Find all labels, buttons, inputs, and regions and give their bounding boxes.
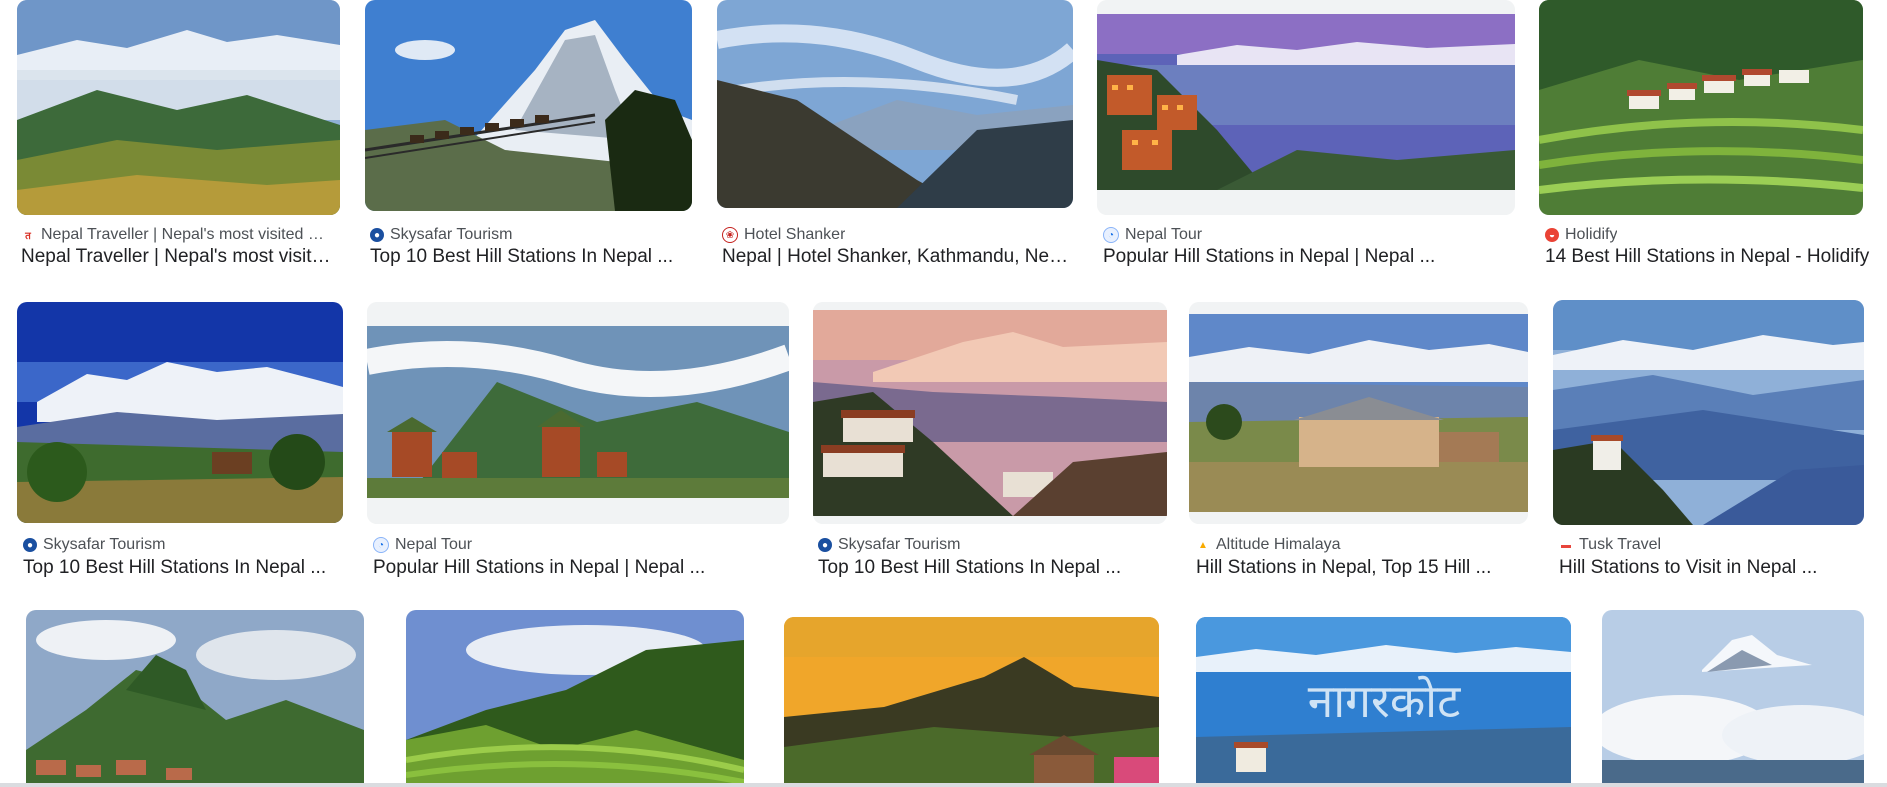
nepal-tour-icon: ◔ (1103, 227, 1119, 243)
result-image[interactable] (365, 0, 692, 211)
landscape-image (1539, 0, 1863, 215)
result-source[interactable]: ● Skysafar Tourism (818, 536, 1138, 554)
result-title[interactable]: Top 10 Best Hill Stations In Nepal ... (818, 557, 1163, 581)
holidify-icon: ◒ (1545, 228, 1559, 242)
result-image[interactable] (717, 0, 1073, 208)
result-image[interactable] (406, 610, 744, 787)
result-image[interactable] (1539, 0, 1863, 215)
result-image[interactable] (17, 302, 343, 523)
result-title[interactable]: Hill Stations to Visit in Nepal ... (1559, 557, 1869, 581)
landscape-image (1097, 0, 1515, 215)
landscape-image (17, 302, 343, 523)
landscape-image (717, 0, 1073, 208)
landscape-image (406, 610, 744, 787)
result-title[interactable]: 14 Best Hill Stations in Nepal - Holidif… (1545, 246, 1885, 270)
result-title[interactable]: Nepal Traveller | Nepal's most visite... (21, 246, 331, 270)
result-source[interactable]: ▲ Altitude Himalaya (1196, 536, 1516, 554)
globe-icon: ● (370, 228, 384, 242)
result-image[interactable] (813, 302, 1167, 524)
landscape-image (813, 302, 1167, 524)
landscape-image: नागरकोट (1196, 617, 1571, 787)
nagarkot-overlay-text: नागरकोट (1308, 674, 1461, 728)
result-image[interactable] (367, 302, 789, 524)
result-title[interactable]: Top 10 Best Hill Stations In Nepal ... (370, 246, 690, 270)
result-title[interactable]: Top 10 Best Hill Stations In Nepal ... (23, 557, 333, 581)
landscape-image (784, 617, 1159, 787)
result-source[interactable]: ◒ Holidify (1545, 226, 1855, 244)
landscape-image (1602, 610, 1864, 787)
tusk-travel-icon: ▬ (1559, 538, 1573, 552)
landscape-image (1189, 302, 1528, 524)
globe-icon: ● (23, 538, 37, 552)
bottom-divider (0, 783, 1887, 787)
result-image[interactable] (17, 0, 340, 215)
result-source[interactable]: ● Skysafar Tourism (370, 226, 690, 244)
result-title[interactable]: Popular Hill Stations in Nepal | Nepal .… (373, 557, 783, 581)
nepal-tour-icon: ◔ (373, 537, 389, 553)
result-title[interactable]: Hill Stations in Nepal, Top 15 Hill ... (1196, 557, 1526, 581)
nepal-traveller-icon: त (21, 228, 35, 242)
result-source[interactable]: ▬ Tusk Travel (1559, 536, 1859, 554)
landscape-image (17, 0, 340, 215)
result-source[interactable]: त Nepal Traveller | Nepal's most visited… (21, 226, 331, 244)
result-source[interactable]: ❀ Hotel Shanker (722, 226, 1062, 244)
result-source[interactable]: ◔ Nepal Tour (1103, 226, 1443, 244)
landscape-image (365, 0, 692, 211)
result-image[interactable] (1602, 610, 1864, 787)
result-image[interactable] (1097, 0, 1515, 215)
landscape-image (26, 610, 364, 787)
result-image[interactable] (1553, 300, 1864, 525)
globe-icon: ● (818, 538, 832, 552)
result-image[interactable] (784, 617, 1159, 787)
result-source[interactable]: ● Skysafar Tourism (23, 536, 323, 554)
result-source[interactable]: ◔ Nepal Tour (373, 536, 693, 554)
landscape-image (367, 302, 789, 524)
result-title[interactable]: Nepal | Hotel Shanker, Kathmandu, Nepal (722, 246, 1072, 270)
result-image[interactable]: नागरकोट (1196, 617, 1571, 787)
result-title[interactable]: Popular Hill Stations in Nepal | Nepal .… (1103, 246, 1503, 270)
hotel-shanker-icon: ❀ (722, 227, 738, 243)
landscape-image (1553, 300, 1864, 525)
altitude-himalaya-icon: ▲ (1196, 538, 1210, 552)
result-image[interactable] (1189, 302, 1528, 524)
result-image[interactable] (26, 610, 364, 787)
